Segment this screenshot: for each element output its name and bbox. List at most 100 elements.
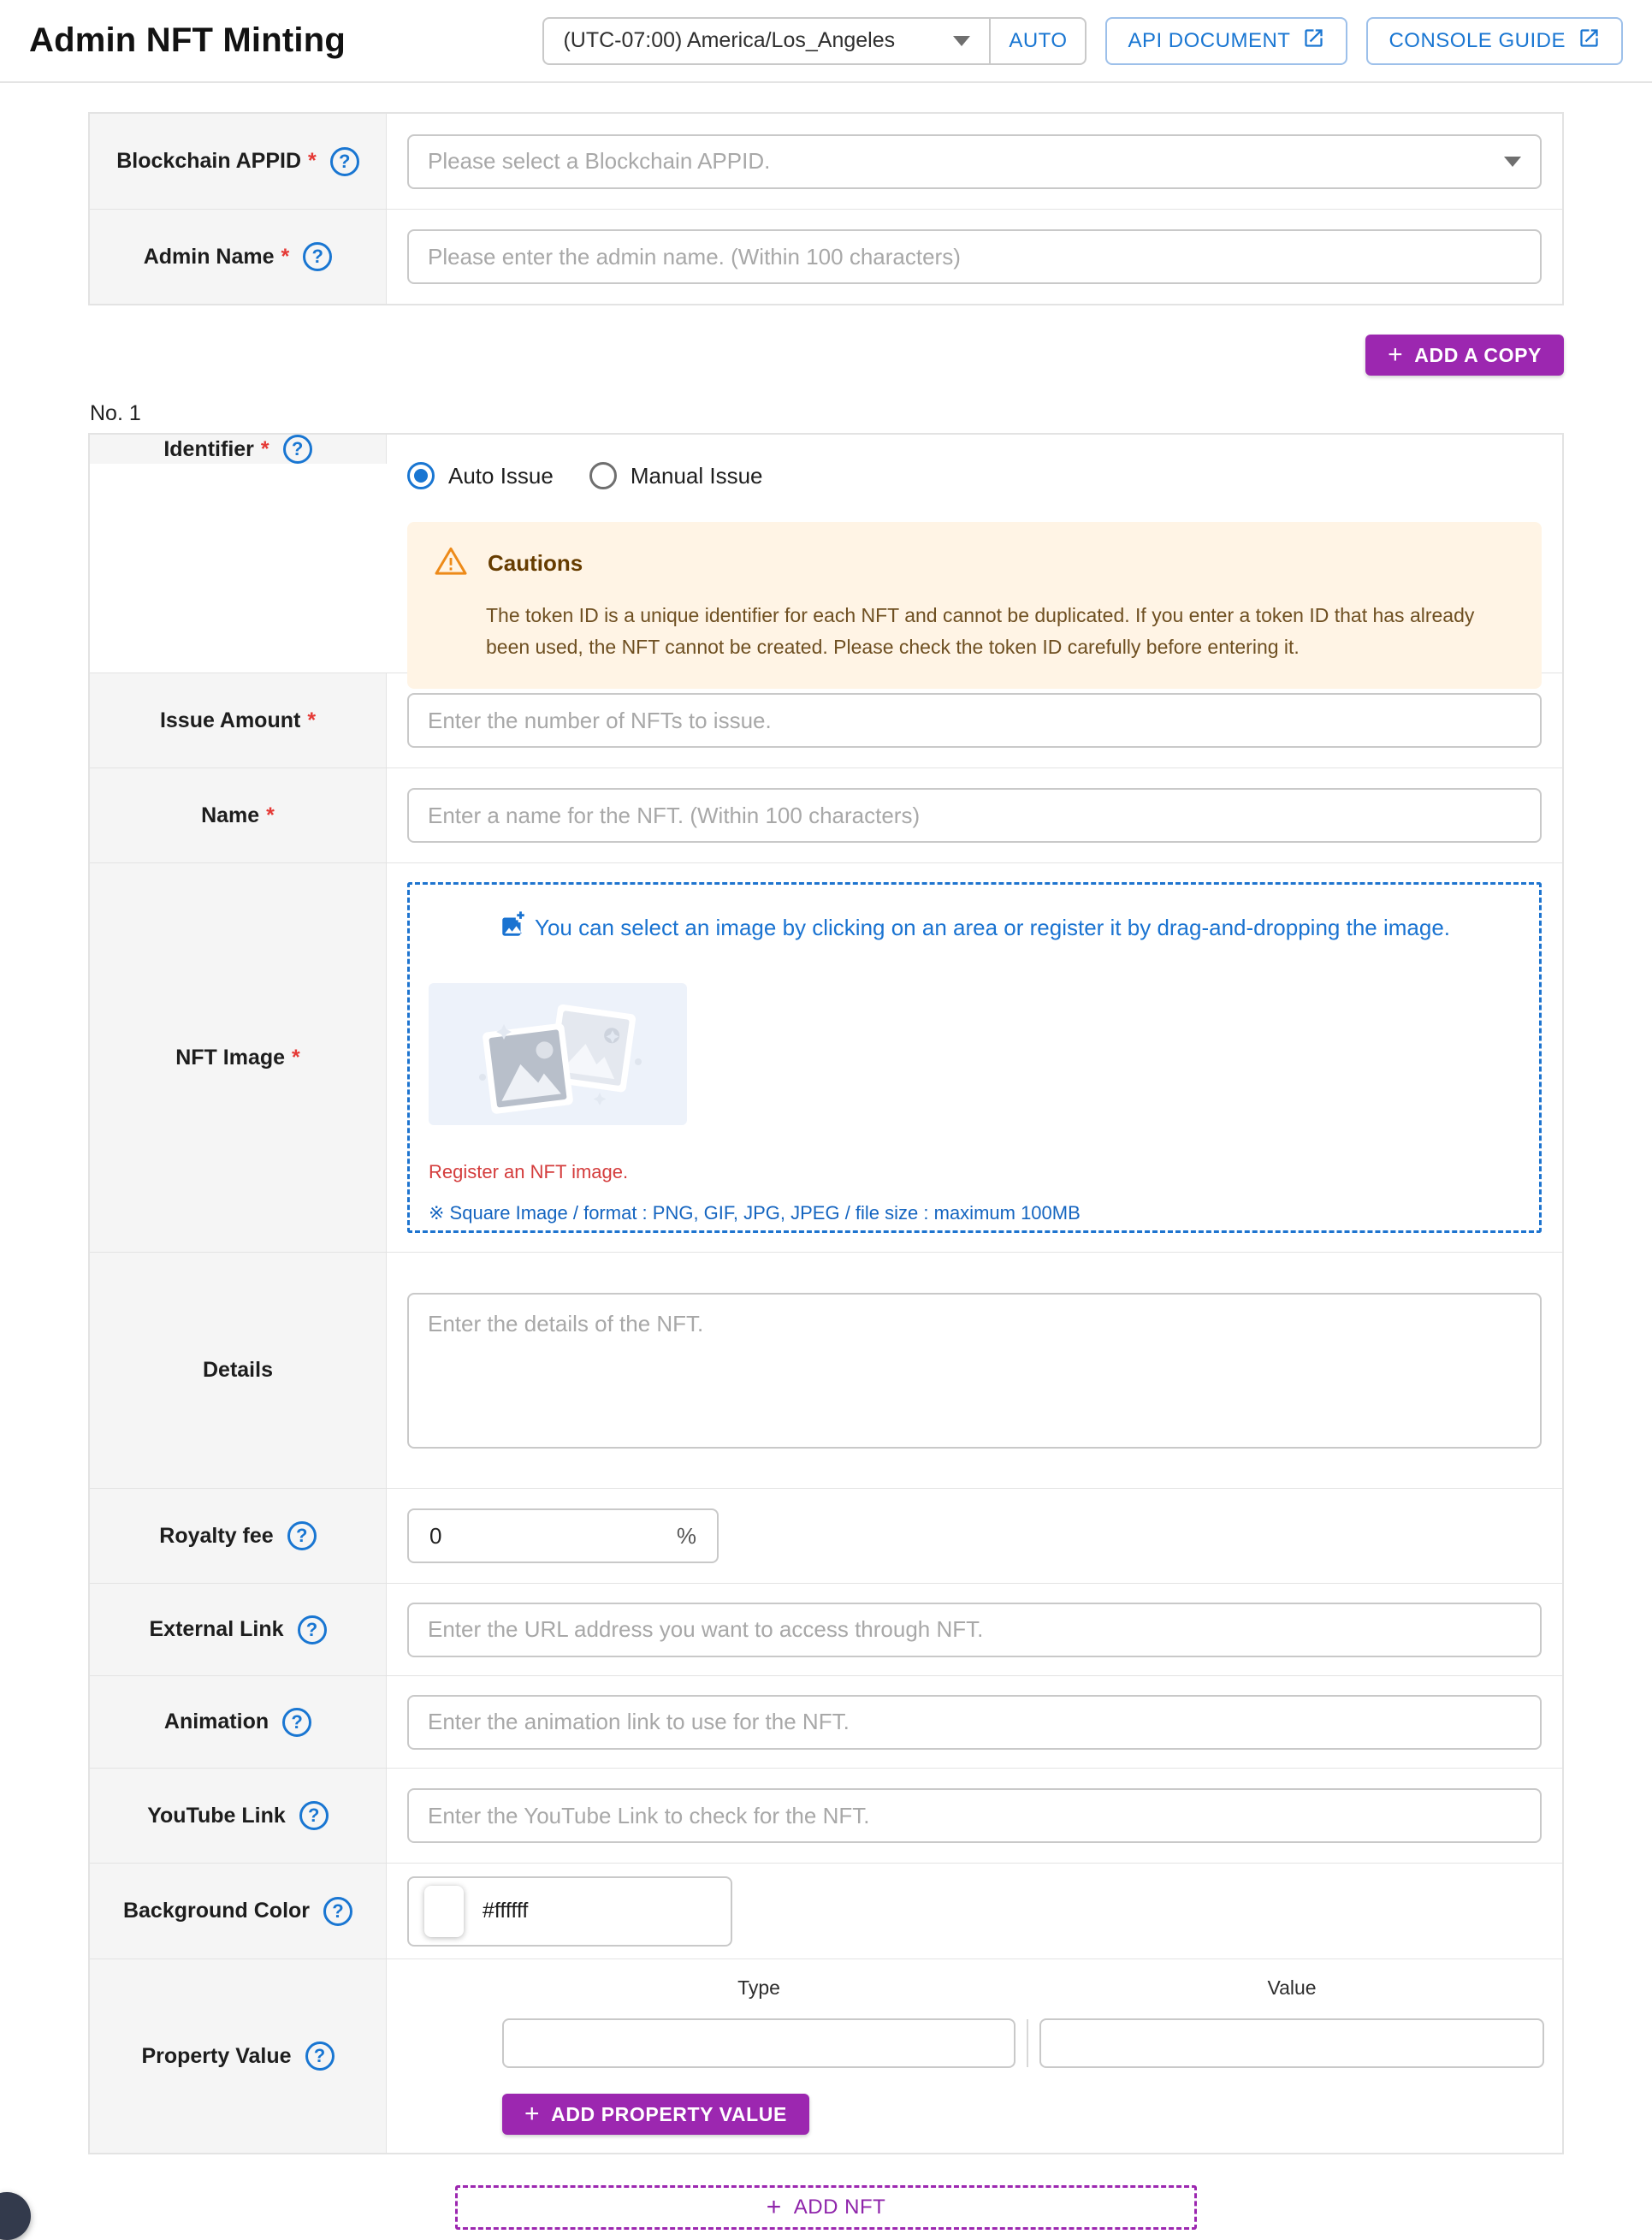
nft-name-input[interactable] <box>407 788 1542 843</box>
help-icon[interactable]: ? <box>282 1708 311 1737</box>
color-swatch[interactable] <box>424 1886 464 1937</box>
field-label-details: Details <box>90 1253 387 1488</box>
field-label-property-value: Property Value ? <box>90 1959 387 2153</box>
label-text: NFT Image <box>175 1046 285 1070</box>
background-color-value: #ffffff <box>483 1899 528 1923</box>
label-text: Background Color <box>123 1899 310 1923</box>
table-row: Property Value ? Type Value + ADD PROPER… <box>90 1959 1562 2153</box>
animation-input[interactable] <box>407 1695 1542 1750</box>
field-name <box>387 768 1562 862</box>
table-row: Royalty fee ? 0 % <box>90 1488 1562 1583</box>
table-row: YouTube Link ? <box>90 1768 1562 1863</box>
field-label-identifier: Identifier* ? <box>90 435 387 464</box>
background-color-picker[interactable]: #ffffff <box>407 1876 732 1947</box>
help-icon[interactable]: ? <box>299 1801 329 1830</box>
timezone-value: (UTC-07:00) America/Los_Angeles <box>563 28 895 53</box>
page-header: Admin NFT Minting (UTC-07:00) America/Lo… <box>0 0 1652 83</box>
warning-triangle-icon <box>433 544 469 583</box>
external-link-icon <box>1578 27 1601 56</box>
add-copy-label: ADD A COPY <box>1414 344 1542 367</box>
console-guide-button[interactable]: CONSOLE GUIDE <box>1366 17 1623 65</box>
table-row: Animation ? <box>90 1675 1562 1768</box>
property-type-input[interactable] <box>502 2018 1015 2068</box>
youtube-link-input[interactable] <box>407 1788 1542 1843</box>
table-row: NFT Image * You can select an image by cl… <box>90 862 1562 1252</box>
field-blockchain-appid: Please select a Blockchain APPID. <box>387 114 1562 209</box>
register-image-text: Register an NFT image. <box>429 1161 1520 1183</box>
caret-down-icon <box>1504 157 1521 167</box>
plus-icon: + <box>1388 342 1403 368</box>
required-asterisk: * <box>261 437 269 462</box>
help-icon[interactable]: ? <box>330 147 359 176</box>
vertical-divider <box>1027 2019 1028 2067</box>
plus-icon: + <box>524 2101 540 2127</box>
required-asterisk: * <box>308 149 317 174</box>
table-row: Blockchain APPID * ? Please select a Bloc… <box>90 114 1562 209</box>
api-document-button[interactable]: API DOCUMENT <box>1105 17 1347 65</box>
help-glyph: ? <box>306 1619 317 1641</box>
timezone-select[interactable]: (UTC-07:00) America/Los_Angeles <box>544 19 989 63</box>
help-icon[interactable]: ? <box>287 1521 317 1550</box>
issue-radio-group: Auto Issue Manual Issue <box>407 462 1542 489</box>
image-format-text: ※ Square Image / format : PNG, GIF, JPG,… <box>429 1202 1520 1224</box>
help-glyph: ? <box>339 151 350 173</box>
issue-amount-input[interactable] <box>407 693 1542 748</box>
property-type-header: Type <box>502 1976 1015 2018</box>
page-title: Admin NFT Minting <box>29 21 346 60</box>
required-asterisk: * <box>292 1046 300 1070</box>
image-placeholder <box>429 983 687 1125</box>
blockchain-appid-select[interactable]: Please select a Blockchain APPID. <box>407 134 1542 189</box>
console-guide-label: CONSOLE GUIDE <box>1389 29 1566 53</box>
nft-form-table: Identifier* ? Auto Issue Manual Issue Ca… <box>88 433 1564 2154</box>
field-label-admin-name: Admin Name* ? <box>90 210 387 304</box>
help-icon[interactable]: ? <box>303 242 332 271</box>
field-details <box>387 1253 1562 1488</box>
field-label-animation: Animation ? <box>90 1676 387 1768</box>
label-text: Blockchain APPID <box>116 149 301 174</box>
external-link-input[interactable] <box>407 1603 1542 1657</box>
field-nft-image: You can select an image by clicking on a… <box>387 863 1562 1252</box>
label-text: Admin Name <box>144 245 275 270</box>
timezone-group: (UTC-07:00) America/Los_Angeles AUTO <box>542 17 1087 65</box>
help-icon[interactable]: ? <box>283 435 312 464</box>
admin-info-table: Blockchain APPID * ? Please select a Bloc… <box>88 112 1564 305</box>
field-label-youtube-link: YouTube Link ? <box>90 1769 387 1863</box>
required-asterisk: * <box>307 708 316 733</box>
admin-name-input[interactable] <box>407 229 1542 284</box>
field-youtube-link <box>387 1769 1562 1863</box>
auto-issue-radio[interactable] <box>407 462 435 489</box>
auto-issue-label[interactable]: Auto Issue <box>448 463 554 489</box>
external-link-icon <box>1302 27 1325 56</box>
field-label-name: Name* <box>90 768 387 862</box>
add-nft-label: ADD NFT <box>794 2196 886 2219</box>
label-text: Animation <box>164 1710 269 1734</box>
field-issue-amount <box>387 673 1562 767</box>
add-property-value-button[interactable]: + ADD PROPERTY VALUE <box>502 2094 809 2135</box>
details-textarea[interactable] <box>407 1293 1542 1449</box>
image-dropzone[interactable]: You can select an image by clicking on a… <box>407 882 1542 1233</box>
royalty-fee-input[interactable]: 0 % <box>407 1508 719 1563</box>
property-value-header: Value <box>1039 1976 1544 2018</box>
auto-button[interactable]: AUTO <box>989 19 1085 63</box>
help-icon[interactable]: ? <box>305 2041 335 2071</box>
help-icon[interactable]: ? <box>298 1615 327 1644</box>
field-property-value: Type Value + ADD PROPERTY VALUE <box>387 1959 1565 2153</box>
floating-action-button[interactable] <box>0 2192 31 2240</box>
help-glyph: ? <box>296 1525 307 1547</box>
label-text: Details <box>203 1358 273 1383</box>
manual-issue-radio[interactable] <box>589 462 617 489</box>
field-background-color: #ffffff <box>387 1864 1562 1959</box>
field-label-nft-image: NFT Image * <box>90 863 387 1252</box>
field-label-external-link: External Link ? <box>90 1584 387 1675</box>
manual-issue-label[interactable]: Manual Issue <box>631 463 763 489</box>
label-text: Royalty fee <box>159 1524 273 1549</box>
property-value-input[interactable] <box>1039 2018 1544 2068</box>
help-icon[interactable]: ? <box>323 1897 352 1926</box>
add-property-value-label: ADD PROPERTY VALUE <box>551 2103 787 2126</box>
add-copy-button[interactable]: + ADD A COPY <box>1365 335 1564 376</box>
help-glyph: ? <box>308 1804 319 1827</box>
table-row: Name* <box>90 767 1562 862</box>
table-row: Identifier* ? Auto Issue Manual Issue Ca… <box>90 435 1562 673</box>
add-nft-button[interactable]: + ADD NFT <box>455 2185 1197 2230</box>
percent-suffix: % <box>677 1523 696 1550</box>
